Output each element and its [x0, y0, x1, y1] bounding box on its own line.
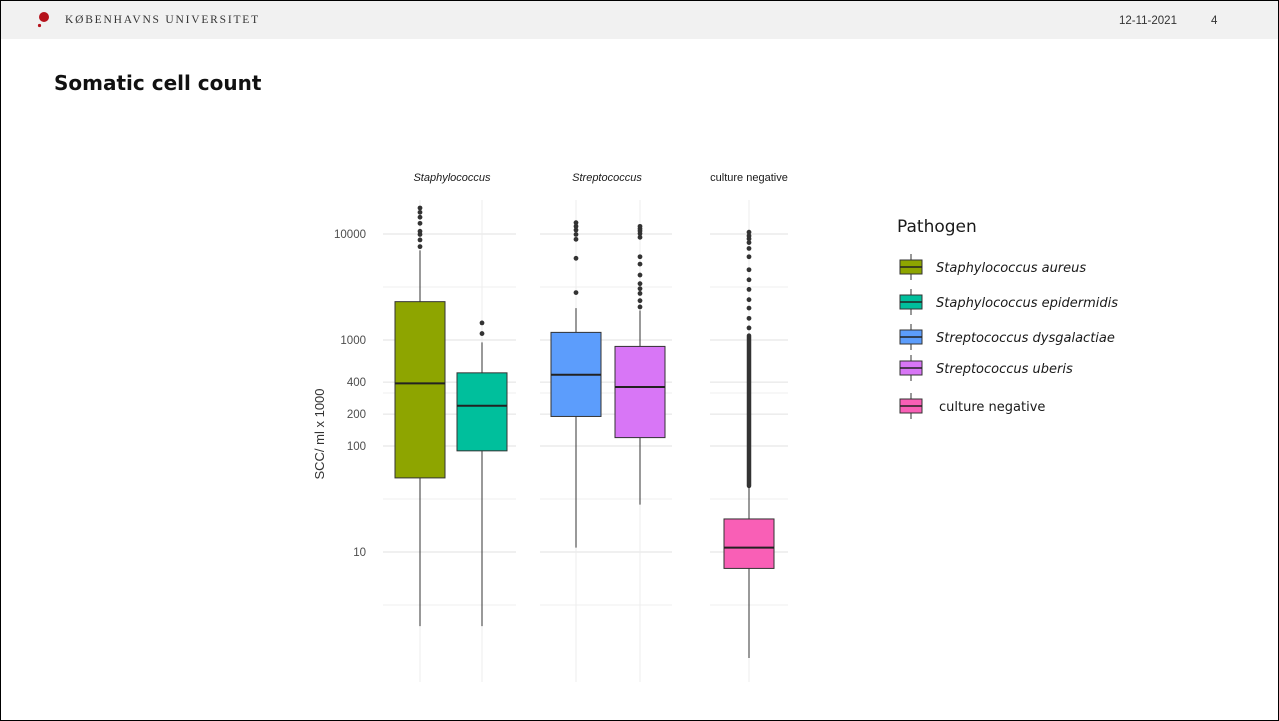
outlier-point — [746, 246, 752, 251]
y-tick-label: 200 — [347, 409, 366, 421]
outlier-point — [746, 277, 752, 283]
outlier-point — [573, 255, 579, 261]
facet-label: culture negative — [710, 172, 788, 184]
outlier-point — [746, 325, 752, 331]
legend-item-label: Staphylococcus epidermidis — [936, 296, 1118, 311]
legend-title: Pathogen — [897, 217, 977, 237]
y-tick-label: 400 — [347, 377, 366, 389]
outlier-point — [573, 232, 579, 237]
facet-label: Staphylococcus — [413, 172, 491, 184]
outlier-point — [637, 272, 643, 278]
outlier-point — [417, 237, 423, 243]
outlier-point — [746, 287, 752, 292]
box-iqr — [394, 301, 446, 479]
y-tick-label: 10000 — [334, 229, 366, 241]
y-tick-label: 1000 — [340, 335, 366, 347]
y-tick-label: 10 — [353, 547, 366, 559]
outlier-point — [746, 254, 752, 260]
outlier-point — [746, 297, 752, 303]
y-axis-label: SCC/ ml x 1000 — [312, 388, 327, 479]
outlier-point — [417, 244, 423, 250]
outlier-point — [637, 223, 643, 229]
box-iqr — [456, 372, 508, 452]
outlier-point — [637, 281, 643, 287]
outlier-point — [746, 267, 752, 273]
outlier-point — [417, 220, 423, 226]
y-tick-label: 100 — [347, 441, 366, 453]
outlier-point — [637, 261, 643, 267]
scc-boxplot-chart: 10 100 200 400 1000 10000 SCC/ ml x 1000 Staphy… — [312, 172, 1118, 682]
outlier-point — [746, 305, 752, 311]
outlier-point — [479, 320, 485, 326]
legend-item-label: Streptococcus uberis — [936, 362, 1073, 377]
outlier-point — [417, 205, 423, 211]
legend-item-label: Staphylococcus aureus — [936, 261, 1086, 276]
outlier-point — [637, 291, 643, 296]
outlier-point — [417, 228, 423, 234]
outlier-point — [573, 290, 579, 296]
outlier-point — [479, 331, 485, 336]
legend-item-label: culture negative — [939, 400, 1045, 415]
outlier-point — [573, 220, 579, 226]
outlier-point — [637, 286, 643, 292]
outlier-point — [637, 254, 643, 260]
outlier-point — [417, 209, 423, 215]
outlier-point — [746, 315, 752, 321]
facet-label: Streptococcus — [572, 172, 642, 184]
outlier-point — [637, 298, 643, 304]
box-iqr — [723, 518, 775, 569]
outlier-point — [746, 229, 752, 235]
outlier-point — [637, 304, 643, 310]
outlier-point — [573, 236, 579, 242]
outlier-point — [417, 214, 423, 220]
box-iqr — [614, 345, 666, 439]
legend-item-label: Streptococcus dysgalactiae — [936, 331, 1115, 346]
